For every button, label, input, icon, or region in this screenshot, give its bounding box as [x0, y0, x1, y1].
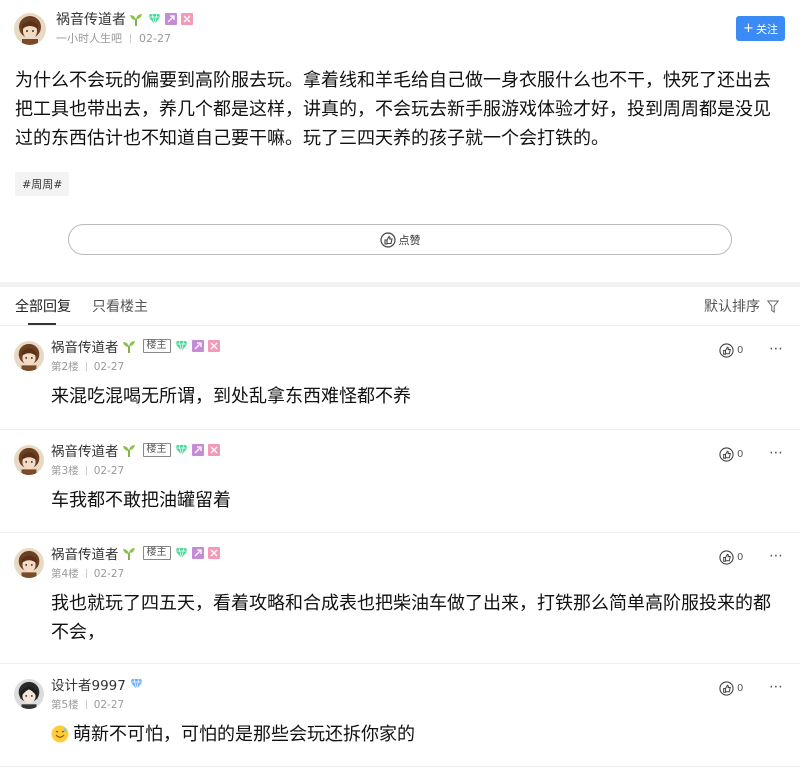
- topic-tag[interactable]: #周周#: [15, 172, 70, 196]
- follow-label: 关注: [755, 22, 778, 36]
- comment-text: 来混吃混喝无所谓，到处乱拿东西难怪都不养: [51, 386, 411, 407]
- comment-date: 02-27: [93, 567, 125, 580]
- reply-tabs: 全部回复 只看楼主 默认排序: [0, 287, 800, 326]
- owner-badge: 楼主: [142, 546, 171, 560]
- floor-number: 第2楼: [51, 361, 79, 373]
- gem-green-icon: [175, 444, 188, 456]
- comment-date: 02-27: [93, 360, 125, 373]
- more-dots-icon[interactable]: ⋯: [769, 679, 783, 695]
- arrow-badge-icon: [165, 13, 177, 25]
- more-dots-icon[interactable]: ⋯: [769, 445, 783, 461]
- like-label: 点赞: [398, 233, 421, 247]
- separator: [85, 362, 87, 371]
- like-button[interactable]: 点赞: [68, 224, 732, 255]
- commenter-name[interactable]: 祸音传道者: [51, 336, 119, 356]
- tab-owner-only[interactable]: 只看楼主: [92, 296, 148, 316]
- floor-number: 第4楼: [51, 568, 79, 580]
- gem-green-icon: [148, 13, 161, 25]
- sprout-icon: [130, 14, 142, 26]
- thumbs-up-icon: [379, 231, 396, 248]
- comment-like-button[interactable]: 0: [719, 447, 743, 462]
- thumbs-up-icon: [719, 681, 734, 696]
- sprout-icon: [122, 548, 135, 560]
- floor-number: 第3楼: [51, 465, 79, 477]
- comment-like-button[interactable]: 0: [719, 681, 743, 696]
- separator: [130, 33, 131, 43]
- sort-label: 默认排序: [704, 299, 760, 315]
- comment-text: 我也就玩了四五天，看着攻略和合成表也把柴油车做了出来，打铁那么简单高阶服投来的都…: [51, 593, 771, 643]
- comment-item: 祸音传道者 楼主 第3楼 02-27 0 ⋯ 车我都不敢把油罐留着: [0, 430, 800, 533]
- gem-green-icon: [175, 340, 188, 352]
- comment-item: 祸音传道者 楼主 第2楼 02-27 0 ⋯ 来混吃混喝无所谓，到处乱拿东西难怪…: [0, 326, 800, 430]
- owner-badge: 楼主: [142, 339, 171, 353]
- comment-like-button[interactable]: 0: [719, 343, 743, 358]
- cross-badge-icon: [207, 546, 220, 559]
- commenter-avatar[interactable]: [14, 445, 44, 475]
- separator: [85, 700, 87, 709]
- plus-icon: +: [743, 21, 754, 36]
- more-dots-icon[interactable]: ⋯: [769, 341, 783, 357]
- separator: [85, 569, 87, 578]
- thumbs-up-icon: [719, 550, 734, 565]
- comment-like-button[interactable]: 0: [719, 550, 743, 565]
- sprout-icon: [122, 341, 135, 353]
- like-count: 0: [737, 683, 744, 694]
- comment-text: 车我都不敢把油罐留着: [51, 490, 231, 511]
- comment-item: 设计者9997 第5楼 02-27 0 ⋯ 萌新不可怕，可怕的是那些会玩还拆你家…: [0, 664, 800, 767]
- arrow-badge-icon: [191, 546, 204, 559]
- gem-blue-icon: [130, 678, 143, 690]
- floor-number: 第5楼: [51, 699, 79, 711]
- post: 祸音传道者 一小时人生吧 02-27 + 关注 为什么不会玩的偏要到高阶服去玩。…: [0, 0, 800, 282]
- commenter-name[interactable]: 祸音传道者: [51, 543, 119, 563]
- separator: [85, 466, 87, 475]
- post-body: 为什么不会玩的偏要到高阶服去玩。拿着线和羊毛给自己做一身衣服什么也不干，快死了还…: [15, 70, 771, 149]
- follow-button[interactable]: + 关注: [736, 16, 785, 41]
- tab-all-replies[interactable]: 全部回复: [15, 296, 71, 316]
- gem-green-icon: [175, 547, 188, 559]
- post-date: 02-27: [139, 31, 171, 45]
- comment-date: 02-27: [93, 464, 125, 477]
- sprout-icon: [122, 445, 135, 457]
- like-count: 0: [737, 345, 744, 356]
- filter-icon: [767, 300, 779, 313]
- author-name[interactable]: 祸音传道者: [56, 9, 126, 29]
- like-count: 0: [737, 449, 744, 460]
- comment-item: 祸音传道者 楼主 第4楼 02-27 0 ⋯ 我也就玩了四五天，看着攻略和合成表…: [0, 533, 800, 664]
- comment-text: 萌新不可怕，可怕的是那些会玩还拆你家的: [51, 720, 781, 749]
- forum-name[interactable]: 一小时人生吧: [56, 30, 122, 46]
- like-count: 0: [737, 552, 744, 563]
- commenter-name[interactable]: 祸音传道者: [51, 440, 119, 460]
- commenter-avatar[interactable]: [14, 679, 44, 709]
- sort-control[interactable]: 默认排序: [704, 296, 779, 316]
- cross-badge-icon: [207, 339, 220, 352]
- smile-emoji-icon: [51, 725, 69, 743]
- owner-badge: 楼主: [142, 443, 171, 457]
- comment-date: 02-27: [93, 698, 125, 711]
- active-tab-indicator: [28, 323, 56, 325]
- cross-badge-icon: [181, 13, 193, 25]
- thumbs-up-icon: [719, 447, 734, 462]
- cross-badge-icon: [207, 443, 220, 456]
- commenter-name[interactable]: 设计者9997: [51, 674, 126, 694]
- author-avatar[interactable]: [14, 13, 46, 45]
- commenter-avatar[interactable]: [14, 341, 44, 371]
- commenter-avatar[interactable]: [14, 548, 44, 578]
- arrow-badge-icon: [191, 443, 204, 456]
- more-dots-icon[interactable]: ⋯: [769, 548, 783, 564]
- thumbs-up-icon: [719, 343, 734, 358]
- arrow-badge-icon: [191, 339, 204, 352]
